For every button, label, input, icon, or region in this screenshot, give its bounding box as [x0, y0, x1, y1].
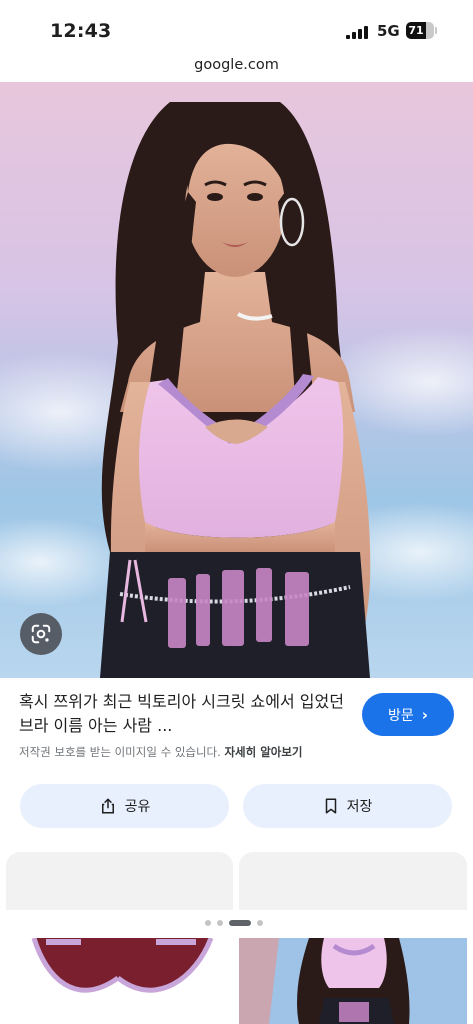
photo-illustration: [0, 82, 473, 678]
google-lens-icon[interactable]: [20, 613, 62, 655]
lens-glyph: [31, 624, 51, 644]
learn-more-link[interactable]: 자세히 알아보기: [224, 745, 302, 759]
status-time: 12:43: [50, 20, 112, 42]
save-button[interactable]: 저장: [243, 784, 452, 828]
copyright-notice: 저작권 보호를 받는 이미지일 수 있습니다. 자세히 알아보기: [19, 744, 379, 760]
visit-label: 방문: [388, 707, 414, 724]
chevron-right-icon: ›: [421, 705, 428, 724]
result-title[interactable]: 혹시 쯔위가 최근 빅토리아 시크릿 쇼에서 입었던 브라 이름 아는 사람 .…: [19, 690, 349, 738]
page: 12:43 5G 71 google.com 혹시 쯔위가 최근 빅토리아 시크…: [0, 0, 473, 1024]
carousel-dot-active: [229, 920, 251, 926]
battery-icon: 71: [406, 22, 434, 39]
visit-button[interactable]: 방문 ›: [362, 693, 454, 736]
save-label: 저장: [346, 799, 373, 815]
related-thumbnail-runway[interactable]: [239, 938, 467, 1024]
battery-cap: [435, 27, 437, 34]
status-bar: 12:43 5G 71: [0, 0, 473, 56]
carousel-dot: [217, 920, 223, 926]
runway-photo-illustration: [239, 938, 467, 1024]
carousel-dot: [257, 920, 263, 926]
carousel-dot: [205, 920, 211, 926]
related-thumbnail-bra[interactable]: [6, 938, 233, 1024]
share-button[interactable]: 공유: [20, 784, 229, 828]
copyright-text: 저작권 보호를 받는 이미지일 수 있습니다.: [19, 745, 221, 759]
network-type: 5G: [377, 22, 400, 40]
related-results: [0, 852, 473, 1024]
bookmark-icon: [325, 798, 336, 814]
result-image[interactable]: [0, 82, 473, 678]
url-text: google.com: [194, 57, 279, 73]
cellular-signal-icon: [346, 26, 370, 39]
battery-percent: 71: [408, 24, 424, 37]
share-label: 공유: [124, 799, 151, 815]
address-bar[interactable]: google.com: [0, 52, 473, 82]
bra-product-illustration: [6, 938, 233, 1024]
share-icon: [101, 798, 114, 814]
